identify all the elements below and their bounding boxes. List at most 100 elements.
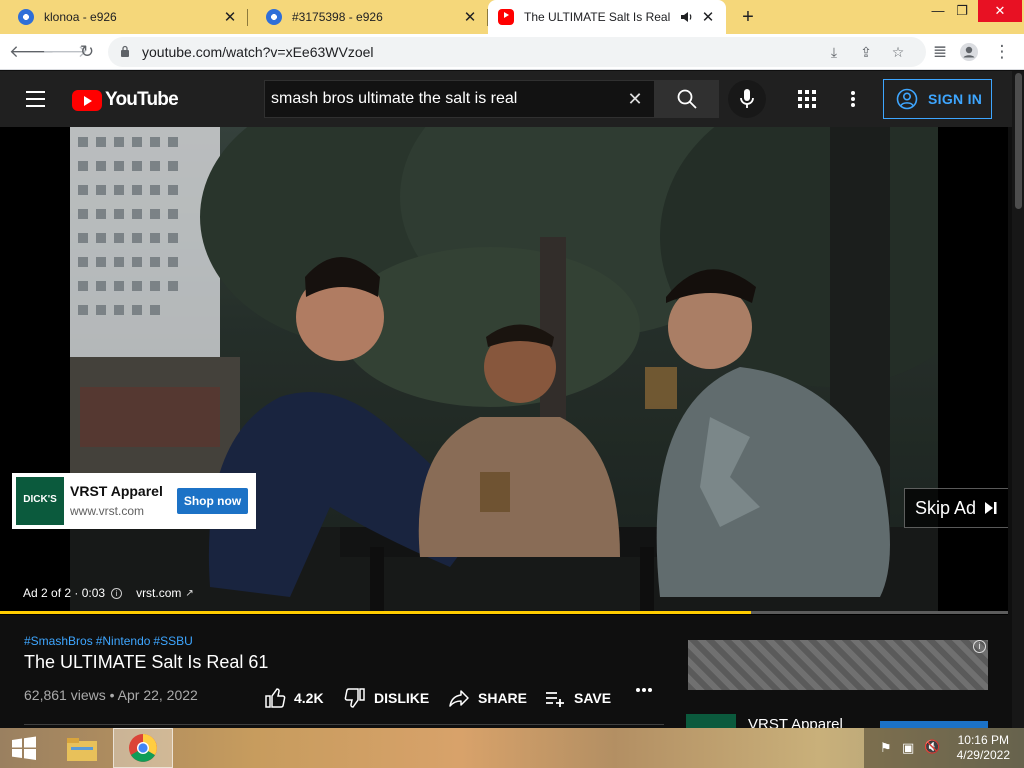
profile-icon[interactable]	[957, 40, 981, 64]
tab-title: #3175398 - e926	[292, 10, 383, 24]
sidebar-ad-banner[interactable]: i	[688, 640, 988, 690]
clear-search-icon[interactable]: ✕	[624, 88, 646, 110]
forward-button[interactable]: 🡒	[42, 40, 88, 64]
sidebar-ad-cta-button[interactable]	[880, 721, 988, 728]
action-center-flag-icon[interactable]: ⚑	[880, 740, 892, 756]
sidebar-ad-logo[interactable]	[686, 714, 736, 728]
meta-separator: •	[109, 687, 118, 703]
tab-title: The ULTIMATE Salt Is Real 61	[524, 10, 674, 24]
chrome-icon	[129, 734, 157, 762]
ad-info-bar: Ad 2 of 2 · 0:03 i vrst.com ↗	[23, 586, 194, 600]
sign-in-label: SIGN IN	[928, 91, 983, 107]
browser-tab-1[interactable]: klonoa - e926 ✕	[0, 0, 248, 34]
share-label: SHARE	[478, 690, 528, 706]
close-window-button[interactable]: ✕	[978, 0, 1022, 22]
taskbar-chrome[interactable]	[113, 728, 173, 768]
share-button[interactable]: SHARE	[448, 687, 527, 709]
youtube-play-icon	[72, 89, 102, 111]
hashtag-link[interactable]: #SmashBros	[24, 634, 93, 648]
browser-tab-strip: klonoa - e926 ✕ #3175398 - e926 ✕ The UL…	[0, 0, 1024, 34]
search-button[interactable]	[655, 80, 719, 118]
more-horizontal-icon	[636, 688, 652, 692]
add-to-playlist-icon	[546, 692, 564, 707]
browser-menu-icon[interactable]: ⋮	[990, 40, 1014, 64]
save-label: SAVE	[574, 690, 612, 706]
close-tab-icon[interactable]: ✕	[222, 8, 238, 26]
browser-tab-2[interactable]: #3175398 - e926 ✕	[248, 0, 488, 34]
search-box: ✕	[264, 80, 655, 118]
bookmark-star-icon[interactable]: ☆	[888, 42, 908, 62]
ad-info-icon[interactable]: i	[973, 640, 986, 653]
tab-title: klonoa - e926	[44, 10, 117, 24]
search-input[interactable]	[265, 81, 625, 117]
like-button[interactable]: 4.2K	[264, 687, 324, 709]
skip-ad-button[interactable]: Skip Ad	[904, 488, 1008, 528]
reload-button[interactable]: ↻	[75, 40, 99, 64]
hamburger-menu-icon[interactable]	[26, 91, 45, 107]
share-icon[interactable]: ⇪	[856, 42, 876, 62]
audio-playing-icon[interactable]	[680, 10, 694, 24]
thumbs-up-icon	[265, 688, 286, 708]
advertiser-site[interactable]: www.vrst.com	[70, 504, 144, 518]
scrollbar-thumb[interactable]	[1015, 73, 1022, 209]
windows-start-button[interactable]	[0, 728, 48, 768]
video-meta: 62,861 views • Apr 22, 2022	[24, 687, 198, 703]
install-app-icon[interactable]: ⤓	[824, 42, 844, 62]
share-arrow-icon	[449, 690, 469, 707]
search-icon	[677, 89, 697, 109]
system-clock[interactable]: 10:16 PM 4/29/2022	[957, 733, 1010, 763]
ad-info-icon[interactable]: i	[111, 587, 123, 599]
skip-next-icon	[985, 502, 997, 514]
thumbs-down-icon	[344, 688, 365, 708]
close-tab-icon[interactable]: ✕	[700, 8, 716, 26]
account-icon	[896, 88, 918, 110]
lock-icon[interactable]	[120, 45, 130, 57]
media-control-icon[interactable]: ≣	[928, 40, 952, 64]
actions-divider	[24, 724, 664, 725]
e926-icon	[266, 9, 282, 25]
new-tab-button[interactable]: +	[736, 5, 760, 29]
clock-date: 4/29/2022	[956, 748, 1010, 762]
advertiser-name[interactable]: VRST Apparel	[70, 483, 163, 499]
network-icon[interactable]: ▣	[902, 740, 914, 756]
advertiser-logo: DICK'S	[16, 477, 64, 525]
clock-time: 10:16 PM	[957, 733, 1009, 747]
hashtag-link[interactable]: #Nintendo	[96, 634, 151, 648]
ad-domain-link[interactable]: vrst.com	[136, 586, 181, 600]
hashtag-link[interactable]: #SSBU	[153, 634, 192, 648]
more-actions-button[interactable]	[635, 687, 661, 693]
youtube-icon	[498, 9, 514, 25]
ad-companion-card[interactable]: DICK'S VRST Apparel www.vrst.com Shop no…	[12, 473, 256, 529]
youtube-wordmark: YouTube	[105, 89, 179, 110]
video-title: The ULTIMATE Salt Is Real 61	[24, 652, 269, 672]
taskbar-file-explorer[interactable]	[52, 728, 112, 768]
e926-icon	[18, 9, 34, 25]
system-tray: ⚑ ▣ 🔇 10:16 PM 4/29/2022	[864, 728, 1024, 768]
youtube-logo[interactable]: YouTube	[72, 89, 179, 111]
shop-now-button[interactable]: Shop now	[177, 488, 248, 514]
page-scrollbar[interactable]	[1012, 71, 1024, 728]
sign-in-button[interactable]: SIGN IN	[883, 79, 992, 119]
back-button[interactable]: 🡐	[9, 40, 55, 64]
file-explorer-icon	[67, 738, 97, 761]
voice-search-button[interactable]	[728, 80, 766, 118]
upload-date: Apr 22, 2022	[117, 687, 198, 703]
save-button[interactable]: SAVE	[544, 687, 611, 709]
settings-menu-icon[interactable]	[851, 91, 857, 107]
ad-progress-fill	[0, 611, 751, 614]
youtube-masthead: YouTube ✕ SIGN IN	[0, 71, 1012, 127]
address-bar[interactable]: youtube.com/watch?v=xEe63WVzoel ⤓ ⇪ ☆	[108, 37, 926, 67]
video-frame[interactable]	[70, 127, 938, 613]
video-player[interactable]	[0, 127, 1008, 615]
microphone-icon	[740, 89, 754, 108]
ad-progress-bar[interactable]	[0, 611, 1008, 614]
url-text[interactable]: youtube.com/watch?v=xEe63WVzoel	[142, 44, 374, 60]
close-tab-icon[interactable]: ✕	[462, 8, 478, 26]
volume-muted-icon[interactable]: 🔇	[924, 739, 940, 755]
apps-grid-icon[interactable]	[798, 90, 816, 108]
restore-button[interactable]: ❐	[946, 0, 978, 22]
view-count: 62,861 views	[24, 687, 106, 703]
external-link-icon[interactable]: ↗	[185, 588, 193, 599]
browser-tab-3[interactable]: The ULTIMATE Salt Is Real 61 ✕	[488, 0, 726, 34]
dislike-button[interactable]: DISLIKE	[344, 687, 429, 709]
